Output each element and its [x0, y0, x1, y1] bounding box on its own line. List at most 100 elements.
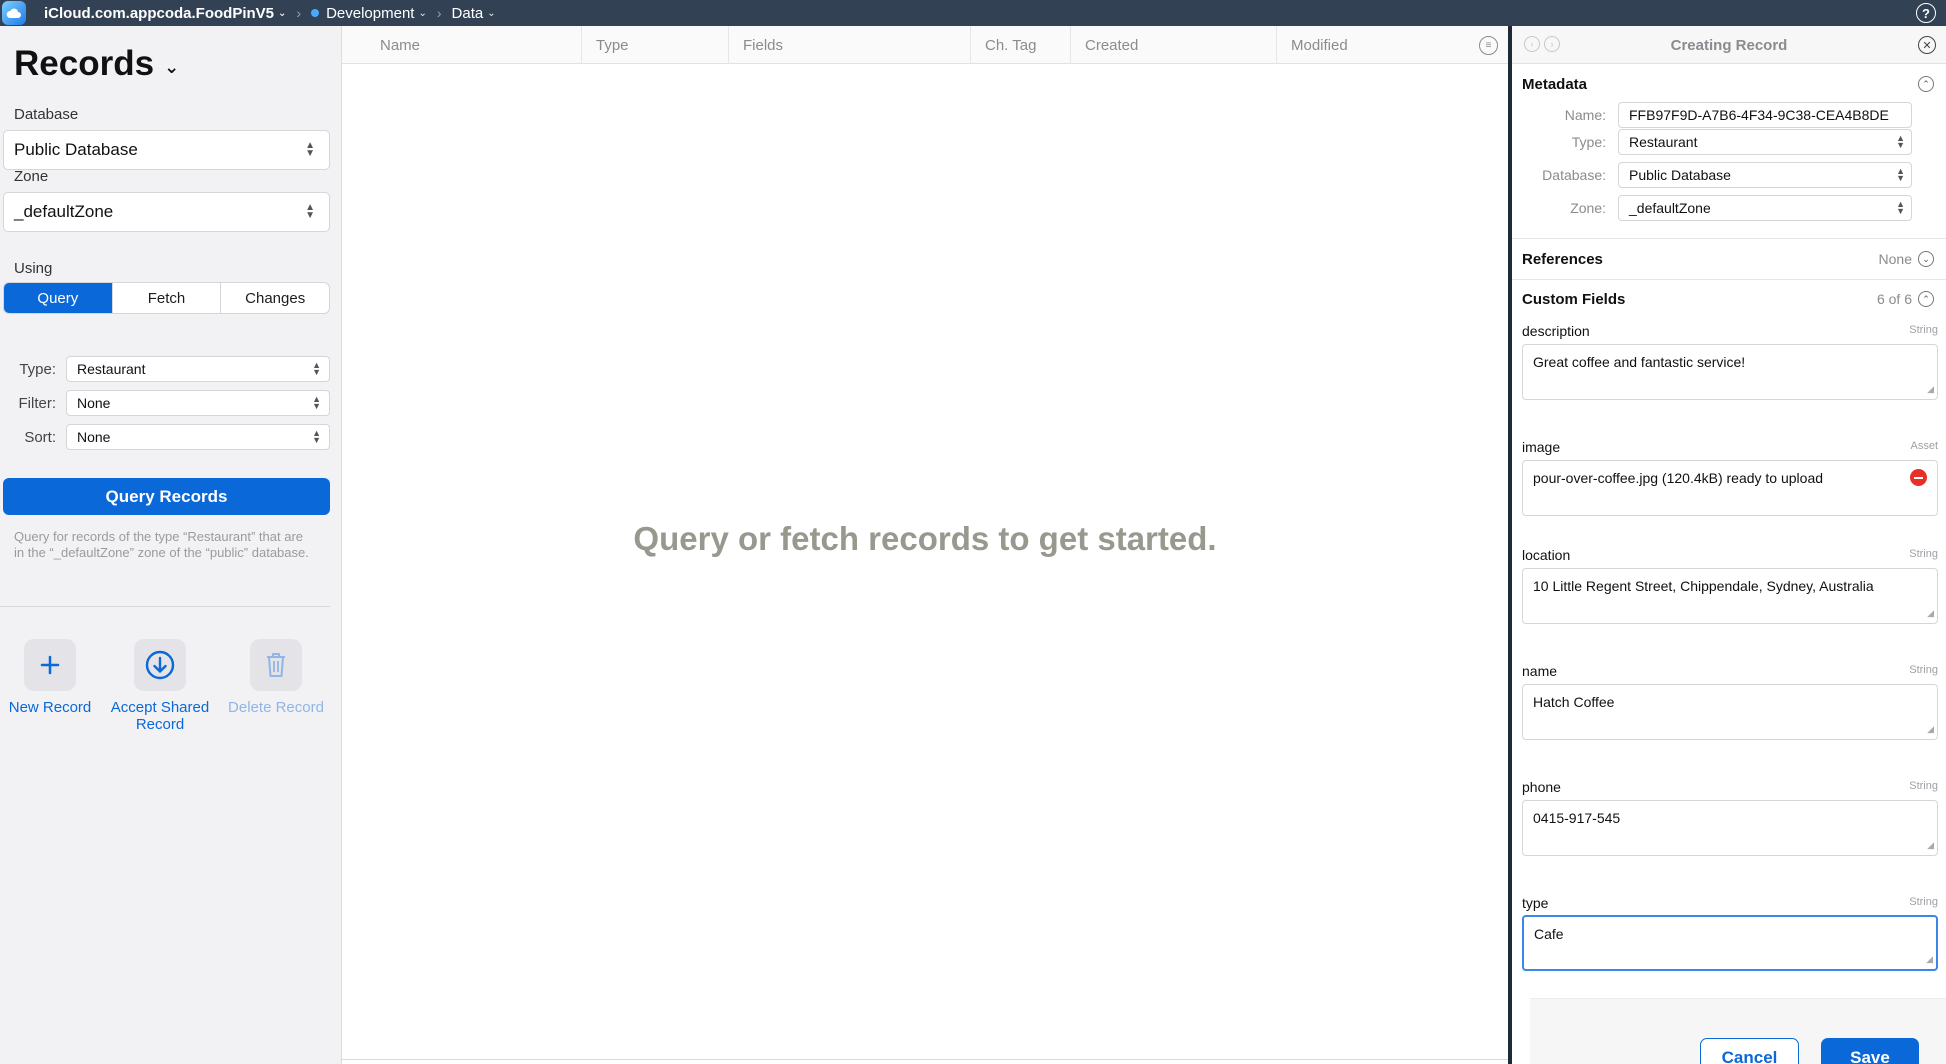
chevron-down-icon: ⌄ [418, 7, 427, 19]
field-label-description: description [1522, 323, 1590, 339]
environment-selector[interactable]: Development ⌄ [311, 5, 427, 22]
updown-chevron-icon: ▲ ▼ [312, 360, 321, 377]
column-header-change-tag[interactable]: Ch. Tag [971, 26, 1071, 64]
metadata-type-row: Type: Restaurant ▲ ▼ [1512, 129, 1946, 155]
expand-chevron-icon: ⌄ [1918, 251, 1934, 267]
type-label: Type: [1571, 134, 1606, 150]
empty-state-message: Query or fetch records to get started. [633, 520, 1217, 557]
cancel-button[interactable]: Cancel [1700, 1038, 1799, 1064]
segment-query[interactable]: Query [4, 283, 112, 313]
chevron-down-icon: ⌄ [164, 56, 180, 77]
column-header-modified[interactable]: Modified [1277, 26, 1508, 64]
field-label-type: type [1522, 895, 1549, 911]
zone-label: Zone [14, 168, 49, 185]
zone-select-value: _defaultZone [14, 202, 114, 221]
column-header-name[interactable]: Name [342, 26, 582, 64]
database-label: Database: [1542, 167, 1606, 183]
table-header: Name Type Fields Ch. Tag Created Modifie… [342, 26, 1508, 64]
metadata-collapse[interactable]: ⌃ [1918, 76, 1934, 92]
breadcrumb-separator-icon: › [296, 5, 302, 21]
references-section-title: References [1522, 251, 1603, 268]
save-button[interactable]: Save [1821, 1038, 1919, 1064]
delete-record-label: Delete Record [228, 699, 324, 716]
section-name: Data [451, 4, 484, 22]
updown-chevron-icon: ▲ ▼ [305, 202, 315, 221]
phone-field[interactable]: 0415-917-545 ◢ [1522, 800, 1938, 856]
phone-value: 0415-917-545 [1533, 810, 1621, 826]
column-header-fields[interactable]: Fields [729, 26, 971, 64]
column-filter-icon[interactable]: ≡ [1479, 36, 1498, 55]
resize-grip-icon[interactable]: ◢ [1926, 951, 1933, 967]
segment-changes[interactable]: Changes [220, 283, 329, 313]
updown-chevron-icon: ▲ ▼ [1896, 133, 1905, 150]
field-type-phone: String [1909, 780, 1938, 792]
image-asset-field[interactable]: pour-over-coffee.jpg (120.4kB) ready to … [1522, 460, 1938, 516]
database-select-value: Public Database [14, 140, 138, 159]
custom-fields-section-title: Custom Fields [1522, 291, 1626, 308]
close-icon[interactable]: ✕ [1918, 36, 1936, 54]
record-type-select[interactable]: Restaurant ▲ ▼ [1618, 129, 1912, 155]
container-selector[interactable]: iCloud.com.appcoda.FoodPinV5 ⌄ [44, 5, 286, 22]
records-title-menu[interactable]: Records ⌄ [14, 44, 179, 84]
inspector-header: ‹ › Creating Record ✕ [1512, 26, 1946, 64]
using-label: Using [14, 260, 53, 277]
delete-record-button[interactable]: Delete Record [221, 639, 331, 716]
trash-icon [250, 639, 302, 691]
name-field[interactable]: Hatch Coffee ◢ [1522, 684, 1938, 740]
query-records-button[interactable]: Query Records [3, 478, 330, 515]
record-database-value: Public Database [1629, 167, 1731, 183]
filter-select[interactable]: None ▲ ▼ [66, 390, 330, 416]
environment-dot-icon [311, 9, 320, 17]
new-record-button[interactable]: New Record [0, 639, 105, 716]
type-label: Type: [19, 360, 56, 378]
references-value: None [1878, 251, 1912, 267]
page-title: Records [14, 44, 155, 83]
sort-select-value: None [77, 429, 111, 445]
metadata-section-title: Metadata [1522, 76, 1588, 93]
column-header-created[interactable]: Created [1071, 26, 1277, 64]
column-header-type[interactable]: Type [582, 26, 729, 64]
using-segmented-control: Query Fetch Changes [3, 282, 330, 314]
location-value: 10 Little Regent Street, Chippendale, Sy… [1533, 578, 1874, 594]
field-type-type: String [1909, 896, 1938, 908]
section-selector[interactable]: Data ⌄ [452, 5, 496, 22]
database-select[interactable]: Public Database ▲ ▼ [3, 130, 330, 170]
record-zone-select[interactable]: _defaultZone ▲ ▼ [1618, 195, 1912, 221]
updown-chevron-icon: ▲ ▼ [312, 394, 321, 411]
custom-fields-toggle[interactable]: 6 of 6 ⌃ [1877, 291, 1934, 307]
field-label-image: image [1522, 439, 1561, 455]
type-select-value: Restaurant [77, 361, 146, 377]
accept-shared-record-button[interactable]: Accept Shared Record [105, 639, 215, 733]
sort-select[interactable]: None ▲ ▼ [66, 424, 330, 450]
remove-asset-icon[interactable] [1910, 469, 1927, 486]
record-name-field[interactable]: FFB97F9D-A7B6-4F34-9C38-CEA4B8DE [1618, 102, 1912, 128]
divider [1512, 279, 1946, 280]
updown-chevron-icon: ▲ ▼ [1896, 199, 1905, 216]
record-type-value: Restaurant [1629, 134, 1698, 150]
field-type-name: String [1909, 664, 1938, 676]
segment-fetch[interactable]: Fetch [111, 283, 221, 313]
description-field[interactable]: Great coffee and fantastic service! ◢ [1522, 344, 1938, 400]
metadata-zone-row: Zone: _defaultZone ▲ ▼ [1512, 195, 1946, 221]
help-icon[interactable]: ? [1916, 3, 1936, 23]
field-type-location: String [1909, 548, 1938, 560]
updown-chevron-icon: ▲ ▼ [312, 428, 321, 445]
resize-grip-icon[interactable]: ◢ [1927, 605, 1934, 621]
breadcrumb-separator-icon: › [436, 5, 442, 21]
record-database-select[interactable]: Public Database ▲ ▼ [1618, 162, 1912, 188]
location-field[interactable]: 10 Little Regent Street, Chippendale, Sy… [1522, 568, 1938, 624]
resize-grip-icon[interactable]: ◢ [1927, 381, 1934, 397]
type-select[interactable]: Restaurant ▲ ▼ [66, 356, 330, 382]
database-label: Database [14, 106, 79, 123]
name-value: Hatch Coffee [1533, 694, 1615, 710]
collapse-chevron-icon: ⌃ [1918, 76, 1934, 92]
resize-grip-icon[interactable]: ◢ [1927, 837, 1934, 853]
updown-chevron-icon: ▲ ▼ [305, 140, 315, 159]
resize-grip-icon[interactable]: ◢ [1927, 721, 1934, 737]
zone-select[interactable]: _defaultZone ▲ ▼ [3, 192, 330, 232]
references-toggle[interactable]: None ⌄ [1879, 251, 1934, 267]
cloudkit-logo-icon [2, 1, 26, 25]
field-label-location: location [1522, 547, 1571, 563]
image-asset-value: pour-over-coffee.jpg (120.4kB) ready to … [1533, 470, 1824, 486]
type-field[interactable]: Cafe ◢ [1522, 915, 1938, 971]
